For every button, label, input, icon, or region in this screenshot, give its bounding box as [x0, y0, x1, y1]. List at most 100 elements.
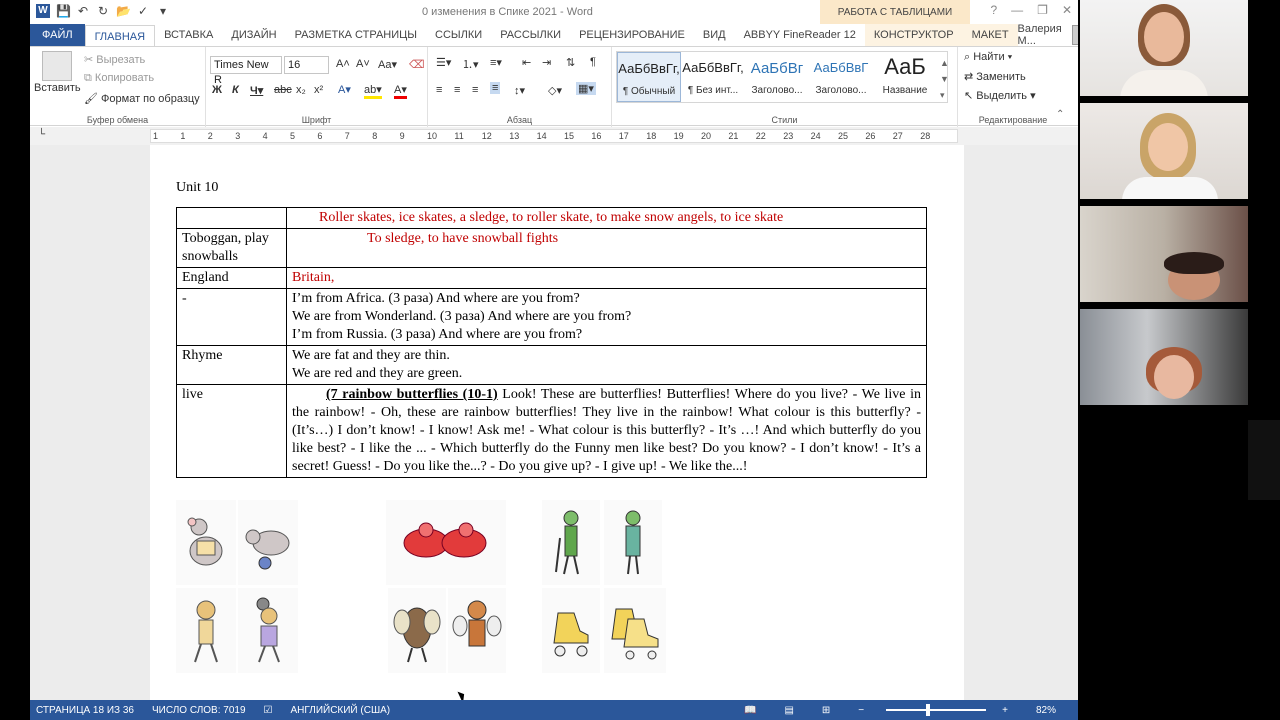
superscript-icon[interactable]: x² [314, 84, 323, 96]
document-page[interactable]: Unit 10 Roller skates, ice skates, a sle… [150, 145, 964, 705]
table-cell[interactable]: live [176, 384, 287, 478]
roller-skate-illustration[interactable] [542, 588, 600, 673]
restore-button[interactable]: ❐ [1037, 3, 1048, 17]
cat-illustration[interactable] [176, 588, 236, 673]
table-cell[interactable]: Toboggan, play snowballs [176, 228, 287, 268]
qat-dropdown-icon[interactable]: ▾ [156, 4, 170, 18]
zoom-slider-thumb[interactable] [926, 704, 931, 716]
borders-icon[interactable]: ▦▾ [576, 82, 596, 95]
tab-layout[interactable]: РАЗМЕТКА СТРАНИЦЫ [286, 24, 426, 46]
help-icon[interactable]: ? [990, 3, 997, 17]
tab-mailings[interactable]: РАССЫЛКИ [491, 24, 570, 46]
font-color-icon[interactable]: A▾ [394, 83, 407, 99]
green-character-2-illustration[interactable] [604, 500, 662, 585]
show-marks-icon[interactable]: ¶ [590, 56, 596, 68]
collapse-ribbon-icon[interactable]: ⌃ [1056, 109, 1064, 120]
zoom-slider[interactable] [886, 704, 987, 716]
text-effects-icon[interactable]: A▾ [338, 83, 351, 96]
table-cell[interactable]: To sledge, to have snowball fights [286, 228, 927, 268]
zoom-in-icon[interactable]: + [1002, 705, 1008, 716]
video-tile-participant-1[interactable] [1080, 0, 1248, 96]
vocabulary-table[interactable]: Roller skates, ice skates, a sledge, to … [176, 207, 927, 478]
align-center-icon[interactable]: ≡ [454, 84, 460, 96]
italic-icon[interactable]: К [232, 84, 239, 96]
open-icon[interactable]: 📂 [116, 4, 131, 18]
web-layout-icon[interactable]: ⊞ [822, 705, 830, 716]
format-painter-button[interactable]: 🖌 Формат по образцу [84, 92, 200, 105]
style-heading-2[interactable]: АаБбВвГ Заголово... [809, 52, 873, 102]
shrink-font-icon[interactable]: A˅ [356, 58, 370, 70]
video-tile-participant-2[interactable] [1080, 103, 1248, 199]
style-no-spacing[interactable]: АаБбВвГг, ¶ Без инт... [681, 52, 745, 102]
video-tile-participant-3[interactable] [1080, 206, 1248, 302]
decrease-indent-icon[interactable]: ⇤ [522, 56, 531, 69]
grow-font-icon[interactable]: A˄ [336, 58, 350, 70]
style-title[interactable]: АаБ Название [873, 52, 937, 102]
red-butterflies-illustration[interactable] [386, 500, 506, 585]
zoom-level[interactable]: 82% [1036, 705, 1056, 716]
table-cell[interactable]: Britain, [286, 267, 927, 289]
orange-butterfly-illustration[interactable] [448, 588, 506, 673]
numbering-icon[interactable]: ⒈▾ [462, 56, 479, 72]
subscript-icon[interactable]: x₂ [296, 84, 306, 96]
print-layout-icon[interactable]: ▤ [784, 705, 793, 716]
tab-references[interactable]: ССЫЛКИ [426, 24, 491, 46]
tab-abbyy[interactable]: ABBYY FineReader 12 [735, 24, 865, 46]
tab-review[interactable]: РЕЦЕНЗИРОВАНИЕ [570, 24, 694, 46]
shading-icon[interactable]: ◇▾ [548, 84, 562, 97]
word-count[interactable]: ЧИСЛО СЛОВ: 7019 [152, 705, 246, 716]
bullets-icon[interactable]: ☰▾ [436, 56, 451, 69]
tab-stop-icon[interactable]: └ [38, 129, 45, 140]
tab-home[interactable]: ГЛАВНАЯ [84, 24, 156, 48]
align-left-icon[interactable]: ≡ [436, 84, 442, 96]
line-spacing-icon[interactable]: ↕▾ [514, 84, 525, 97]
table-cell[interactable]: (7 rainbow butterflies (10-1) Look! Thes… [286, 384, 927, 478]
select-button[interactable]: ↖ Выделить ▾ [964, 89, 1036, 102]
replace-button[interactable]: ⇄ Заменить [964, 70, 1026, 83]
tab-maket[interactable]: МАКЕТ [962, 24, 1018, 46]
underline-icon[interactable]: Ч▾ [250, 84, 263, 97]
tab-constructor[interactable]: КОНСТРУКТОР [864, 24, 963, 46]
justify-icon[interactable]: ≡ [490, 82, 501, 94]
strikethrough-icon[interactable]: abc [274, 84, 292, 96]
font-size-select[interactable]: 16 [284, 56, 329, 74]
table-cell[interactable]: Roller skates, ice skates, a sledge, to … [286, 207, 927, 229]
mouse-illustration[interactable] [176, 500, 236, 585]
font-name-select[interactable]: Times New R [210, 56, 282, 86]
mouse-with-ball-illustration[interactable] [238, 500, 298, 585]
table-cell[interactable]: - [176, 288, 287, 346]
language-indicator[interactable]: АНГЛИЙСКИЙ (США) [291, 705, 391, 716]
tab-design[interactable]: ДИЗАЙН [222, 24, 285, 46]
clear-format-icon[interactable]: ⌫ [409, 58, 425, 71]
redo-icon[interactable]: ↻ [96, 4, 110, 18]
styles-scroll-icon[interactable]: ▲ ▼ ▾ [940, 55, 949, 103]
zoom-out-icon[interactable]: − [858, 705, 864, 716]
bold-icon[interactable]: Ж [212, 84, 222, 96]
undo-icon[interactable]: ↶ [76, 4, 90, 18]
tab-file[interactable]: ФАЙЛ [30, 24, 85, 46]
copy-button[interactable]: ⧉ Копировать [84, 72, 154, 85]
table-cell[interactable]: Rhyme [176, 345, 287, 385]
brown-butterfly-illustration[interactable] [388, 588, 446, 673]
multilevel-list-icon[interactable]: ≡▾ [490, 56, 502, 69]
minimize-button[interactable]: — [1011, 3, 1023, 17]
increase-indent-icon[interactable]: ⇥ [542, 56, 551, 69]
cut-button[interactable]: ✂ Вырезать [84, 53, 145, 66]
green-character-illustration[interactable] [542, 500, 600, 585]
sort-icon[interactable]: ⇅ [566, 56, 575, 69]
paste-button[interactable]: Вставить [34, 82, 81, 94]
align-right-icon[interactable]: ≡ [472, 84, 478, 96]
paste-icon[interactable] [42, 51, 72, 81]
table-cell[interactable] [176, 207, 287, 229]
close-button[interactable]: ✕ [1062, 3, 1072, 17]
video-tile-participant-4[interactable] [1080, 309, 1248, 405]
document-area[interactable]: Unit 10 Roller skates, ice skates, a sle… [30, 145, 1078, 705]
style-heading-1[interactable]: АаБбВг Заголово... [745, 52, 809, 102]
roller-skates-pair-illustration[interactable] [604, 588, 666, 673]
page-indicator[interactable]: СТРАНИЦА 18 ИЗ 36 [36, 705, 134, 716]
table-cell[interactable]: We are fat and they are thin. We are red… [286, 345, 927, 385]
highlight-icon[interactable]: ab▾ [364, 83, 382, 99]
change-case-icon[interactable]: Aa▾ [378, 58, 397, 71]
style-normal[interactable]: АаБбВвГг, ¶ Обычный [617, 52, 681, 102]
table-cell[interactable]: I’m from Africa. (3 раза) And where are … [286, 288, 927, 346]
